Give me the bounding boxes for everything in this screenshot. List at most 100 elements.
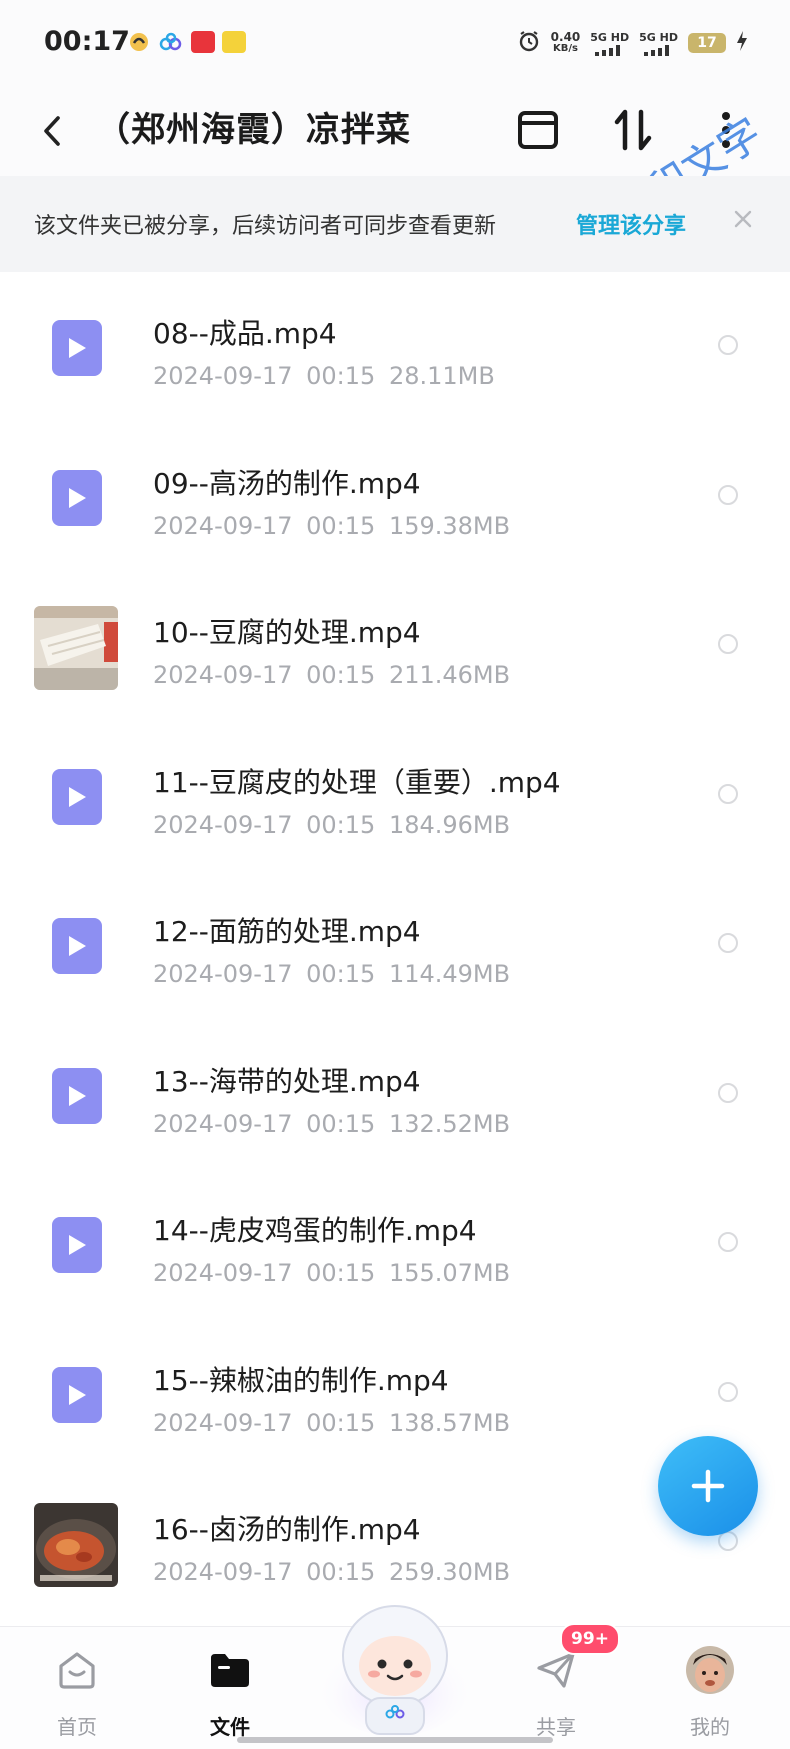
share-count-badge: 99+ [560, 1623, 620, 1655]
file-name: 14--虎皮鸡蛋的制作.mp4 [153, 1214, 477, 1247]
file-select-checkbox[interactable] [718, 933, 738, 953]
file-row[interactable]: 14--虎皮鸡蛋的制作.mp4 2024-09-17 00:15 155.07M… [0, 1169, 790, 1319]
video-file-icon [52, 320, 102, 376]
nav-files[interactable]: 文件 [170, 1627, 290, 1749]
file-meta: 2024-09-17 00:15 259.30MB [153, 1558, 510, 1586]
alarm-icon [517, 29, 541, 57]
nav-files-label: 文件 [210, 1715, 250, 1739]
home-icon [52, 1645, 102, 1695]
file-select-checkbox[interactable] [718, 1082, 738, 1103]
file-select-checkbox[interactable] [718, 783, 738, 804]
share-banner-close-button[interactable] [726, 202, 760, 236]
file-select-checkbox[interactable] [718, 484, 738, 505]
file-size: 184.96MB [388, 810, 511, 839]
file-row[interactable]: 08--成品.mp4 2024-09-17 00:15 28.11MB [0, 272, 790, 422]
file-select-checkbox[interactable] [718, 1232, 738, 1252]
file-size: 159.38MB [388, 511, 511, 540]
plus-icon [691, 1469, 725, 1503]
file-size: 259.30MB [388, 1558, 511, 1586]
file-date: 2024-09-17 [153, 1408, 293, 1437]
more-button[interactable] [700, 104, 752, 156]
app-header: （郑州海霞）凉拌菜 水印文字 [0, 86, 790, 239]
file-select-checkbox[interactable] [718, 335, 738, 355]
close-icon [734, 210, 752, 228]
avatar [685, 1645, 735, 1695]
signal-label-1: 5G HD [590, 30, 630, 44]
file-row[interactable]: 13--海带的处理.mp4 2024-09-17 00:15 132.52MB [0, 1020, 790, 1170]
file-meta: 2024-09-17 00:15 132.52MB [153, 1110, 510, 1138]
file-row[interactable]: 15--辣椒油的制作.mp4 2024-09-17 00:15 138.57MB [0, 1319, 790, 1469]
add-button[interactable] [658, 1436, 758, 1536]
file-name: 15--辣椒油的制作.mp4 [153, 1363, 449, 1397]
battery-level: 17 [688, 33, 726, 53]
file-meta: 2024-09-17 00:15 184.96MB [153, 811, 510, 839]
page-title: （郑州海霞）凉拌菜 [96, 110, 411, 150]
file-date: 2024-09-17 [153, 1558, 293, 1586]
file-time: 00:15 [306, 1259, 376, 1287]
mascot-assistant-button[interactable] [318, 1584, 472, 1738]
share-banner: 该文件夹已被分享，后续访问者可同步查看更新 管理该分享 [0, 176, 790, 272]
yellow-app-icon [222, 31, 246, 53]
file-time: 00:15 [306, 362, 376, 390]
file-size: 138.57MB [388, 1408, 511, 1437]
file-date: 2024-09-17 [153, 1259, 293, 1287]
file-list: 08--成品.mp4 2024-09-17 00:15 28.11MB 09--… [0, 272, 790, 1618]
file-time: 00:15 [306, 661, 376, 689]
file-meta: 2024-09-17 00:15 155.07MB [153, 1259, 510, 1287]
file-time: 00:15 [306, 1408, 376, 1437]
file-meta: 2024-09-17 00:15 114.49MB [153, 960, 510, 988]
signal-group-2: 5G HD [639, 31, 678, 56]
file-name: 08--成品.mp4 [153, 317, 337, 350]
status-bar: 00:17 0.40 KB/s 5G HD 5G HD 17 [0, 0, 790, 86]
file-select-checkbox[interactable] [718, 634, 738, 654]
back-button[interactable] [30, 106, 74, 156]
signal-bars-1-icon [594, 44, 620, 56]
charging-icon [736, 30, 748, 56]
file-row[interactable]: 11--豆腐皮的处理（重要）.mp4 2024-09-17 00:15 184.… [0, 721, 790, 871]
home-indicator[interactable] [237, 1737, 553, 1743]
nav-me[interactable]: 我的 [650, 1627, 770, 1749]
notification-app-icon [128, 31, 150, 53]
file-date: 2024-09-17 [153, 810, 293, 839]
video-file-icon [52, 1366, 102, 1423]
file-name: 09--高汤的制作.mp4 [153, 466, 421, 500]
network-speed: 0.40 KB/s [551, 31, 581, 55]
file-date: 2024-09-17 [153, 1109, 293, 1138]
file-date: 2024-09-17 [153, 362, 293, 390]
file-size: 155.07MB [388, 1259, 511, 1287]
file-name: 12--面筋的处理.mp4 [153, 915, 421, 948]
manage-share-link[interactable]: 管理该分享 [576, 208, 686, 240]
video-file-icon [52, 469, 102, 526]
file-row[interactable]: 12--面筋的处理.mp4 2024-09-17 00:15 114.49MB [0, 870, 790, 1020]
file-date: 2024-09-17 [153, 960, 293, 988]
video-file-icon [52, 768, 102, 825]
video-file-icon [52, 918, 102, 974]
file-name: 11--豆腐皮的处理（重要）.mp4 [153, 765, 561, 799]
nav-home[interactable]: 首页 [17, 1627, 137, 1749]
nav-me-label: 我的 [690, 1715, 730, 1739]
red-app-icon [191, 31, 215, 53]
file-time: 00:15 [306, 511, 376, 540]
mascot-icon [320, 1605, 470, 1736]
file-select-checkbox[interactable] [718, 1381, 738, 1402]
file-time: 00:15 [306, 1109, 376, 1138]
file-name: 10--豆腐的处理.mp4 [153, 616, 421, 649]
file-name: 16--卤汤的制作.mp4 [153, 1513, 421, 1546]
chevron-left-icon [44, 116, 60, 146]
nav-share[interactable]: 99+ 共享 [496, 1623, 620, 1749]
file-row[interactable]: 10--豆腐的处理.mp4 2024-09-17 00:15 211.46MB [0, 571, 790, 721]
sort-arrows-icon [614, 109, 652, 151]
tofu-video-thumbnail [34, 606, 118, 690]
more-dots-icon [722, 112, 730, 148]
file-size: 28.11MB [388, 362, 495, 390]
file-size: 211.46MB [388, 661, 511, 689]
nav-share-label: 共享 [536, 1715, 576, 1739]
file-size: 132.52MB [388, 1109, 511, 1138]
network-speed-value: 0.40 [550, 30, 581, 44]
file-row[interactable]: 09--高汤的制作.mp4 2024-09-17 00:15 159.38MB [0, 422, 790, 572]
sort-button[interactable] [607, 104, 659, 156]
tray-button[interactable] [512, 104, 564, 156]
status-indicators: 0.40 KB/s 5G HD 5G HD 17 [517, 27, 748, 59]
tray-icon [518, 111, 558, 149]
file-meta: 2024-09-17 00:15 159.38MB [153, 512, 510, 540]
